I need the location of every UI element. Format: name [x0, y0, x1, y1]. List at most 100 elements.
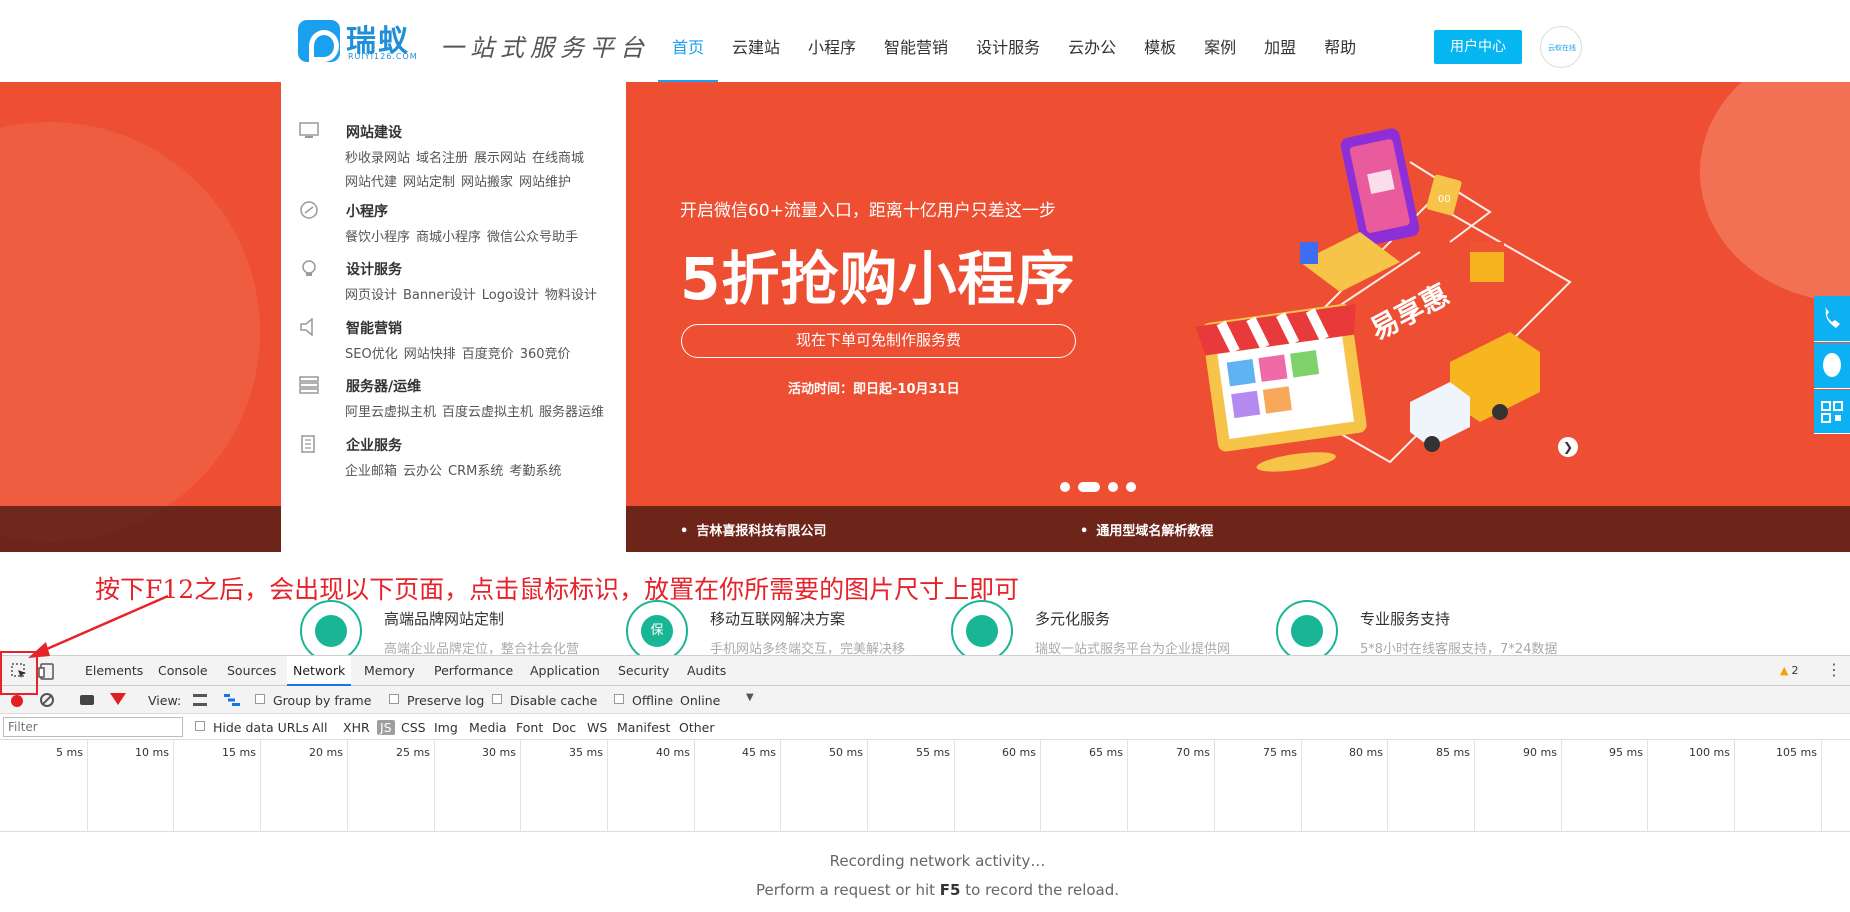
resource-type-filter[interactable]: Manifest [617, 720, 670, 735]
nav-item[interactable]: 加盟 [1250, 0, 1310, 82]
dropdown-arrow-icon[interactable]: ▼ [746, 692, 754, 703]
filter-input[interactable] [3, 717, 183, 737]
resource-type-filter[interactable]: Font [516, 720, 543, 735]
category-link[interactable]: 企业邮箱 [345, 464, 397, 479]
category-title[interactable]: 设计服务 [346, 259, 402, 279]
category-link[interactable]: 展示网站 [474, 151, 526, 166]
category-link[interactable]: 餐饮小程序 [345, 230, 410, 245]
devtools-tab[interactable]: Elements [79, 656, 149, 686]
nav-item[interactable]: 云建站 [718, 0, 794, 82]
service-item[interactable]: 高端品牌网站定制 高端企业品牌定位，整合社会化营 [300, 600, 600, 662]
nav-item[interactable]: 小程序 [794, 0, 870, 82]
device-toolbar-icon[interactable] [36, 660, 58, 682]
warning-count[interactable]: 2 [1780, 664, 1798, 677]
category-link[interactable]: 商城小程序 [416, 230, 481, 245]
resource-type-filter[interactable]: Media [469, 720, 507, 735]
service-item[interactable]: 专业服务支持 5*8小时在线客服支持，7*24数据 [1276, 600, 1576, 662]
list-view-icon[interactable] [193, 694, 207, 706]
category-link[interactable]: 在线商城 [532, 151, 584, 166]
category-link[interactable]: 网站维护 [519, 175, 571, 190]
nav-item[interactable]: 云办公 [1054, 0, 1130, 82]
waterfall-view-icon[interactable] [224, 694, 240, 706]
resource-type-filter[interactable]: Other [679, 720, 715, 735]
throttling-select[interactable]: Online [680, 693, 720, 708]
record-icon[interactable] [11, 695, 23, 707]
category-title[interactable]: 企业服务 [346, 435, 402, 455]
clear-icon[interactable] [40, 693, 54, 707]
service-item[interactable]: 保移动互联网解决方案 手机网站多终端交互，完美解决移 [626, 600, 926, 662]
category-link[interactable]: 网站代建 [345, 175, 397, 190]
hero-banner[interactable]: 开启微信60+流量入口，距离十亿用户只差这一步 5折抢购小程序 现在下单可免制作… [0, 82, 1850, 552]
user-center-button[interactable]: 用户中心 [1434, 30, 1522, 64]
news-item[interactable]: 吉林喜报科技有限公司 [680, 520, 826, 539]
category-link[interactable]: 网站定制 [403, 175, 455, 190]
category-link[interactable]: 网站快排 [404, 347, 456, 362]
category-link[interactable]: 网页设计 [345, 288, 397, 303]
category-link[interactable]: 云办公 [403, 464, 442, 479]
devtools-tab[interactable]: Audits [681, 656, 732, 686]
slide-dot[interactable] [1108, 482, 1118, 492]
category-link[interactable]: 服务器运维 [539, 405, 604, 420]
nav-item[interactable]: 模板 [1130, 0, 1190, 82]
preserve-log-checkbox[interactable] [389, 694, 399, 704]
resource-type-filter[interactable]: Img [434, 720, 458, 735]
nav-item[interactable]: 帮助 [1310, 0, 1370, 82]
category-link[interactable]: 百度云虚拟主机 [442, 405, 533, 420]
service-item[interactable]: 多元化服务 瑞蚁一站式服务平台为企业提供网 [951, 600, 1251, 662]
category-link[interactable]: Banner设计 [403, 288, 476, 303]
offline-checkbox[interactable] [614, 694, 624, 704]
slide-dot[interactable] [1126, 482, 1136, 492]
category-title[interactable]: 网站建设 [346, 122, 402, 142]
devtools-tab[interactable]: Network [287, 656, 352, 686]
timeline-gridline [867, 740, 868, 832]
logo-icon[interactable] [298, 20, 340, 62]
devtools-tab[interactable]: Console [152, 656, 214, 686]
category-link[interactable]: 360竞价 [520, 347, 571, 362]
slide-dot[interactable] [1060, 482, 1070, 492]
devtools-tab[interactable]: Application [524, 656, 606, 686]
devtools-tab[interactable]: Security [612, 656, 675, 686]
more-options-icon[interactable]: ⋮ [1826, 660, 1842, 679]
category-link[interactable]: 考勤系统 [509, 464, 561, 479]
qrcode-icon[interactable] [1814, 390, 1850, 434]
nav-item[interactable]: 设计服务 [962, 0, 1054, 82]
resource-type-filter[interactable]: XHR [343, 720, 370, 735]
capture-screenshots-icon[interactable] [80, 695, 94, 705]
devtools-tab[interactable]: Sources [221, 656, 282, 686]
category-link[interactable]: 百度竞价 [462, 347, 514, 362]
category-title[interactable]: 小程序 [346, 201, 388, 221]
category-link[interactable]: 域名注册 [416, 151, 468, 166]
category-link[interactable]: Logo设计 [482, 288, 539, 303]
banner-cta-button[interactable]: 现在下单可免制作服务费 [681, 324, 1076, 358]
chevron-right-icon[interactable]: ❯ [1558, 437, 1578, 457]
slide-dot[interactable] [1078, 482, 1100, 492]
filter-icon[interactable] [110, 693, 126, 705]
devtools-tab[interactable]: Performance [428, 656, 519, 686]
qq-icon[interactable] [1814, 343, 1850, 389]
disable-cache-checkbox[interactable] [492, 694, 502, 704]
nav-item[interactable]: 首页 [658, 0, 719, 82]
hide-data-urls-checkbox[interactable] [195, 721, 205, 731]
resource-type-filter[interactable]: Doc [552, 720, 576, 735]
category-link[interactable]: 秒收录网站 [345, 151, 410, 166]
phone-icon[interactable] [1814, 296, 1850, 342]
resource-type-filter[interactable]: CSS [401, 720, 426, 735]
category-link[interactable]: 微信公众号助手 [487, 230, 578, 245]
category-link[interactable]: CRM系统 [448, 464, 503, 479]
devtools-tab[interactable]: Memory [358, 656, 421, 686]
resource-type-filter[interactable]: All [312, 720, 328, 735]
nav-item[interactable]: 智能营销 [870, 0, 962, 82]
group-by-frame-checkbox[interactable] [255, 694, 265, 704]
category-title[interactable]: 智能营销 [346, 318, 402, 338]
nav-item[interactable]: 案例 [1190, 0, 1250, 82]
news-item[interactable]: 通用型域名解析教程 [1080, 520, 1213, 539]
category-link[interactable]: 阿里云虚拟主机 [345, 405, 436, 420]
category-link[interactable]: 网站搬家 [461, 175, 513, 190]
resource-type-filter[interactable]: JS [377, 720, 395, 735]
category-link[interactable]: SEO优化 [345, 347, 398, 362]
resource-type-filter[interactable]: WS [587, 720, 607, 735]
category-link[interactable]: 物料设计 [545, 288, 597, 303]
avatar[interactable]: 云蚁在线 [1540, 26, 1582, 68]
network-timeline[interactable]: 5 ms 10 ms 15 ms 20 ms 25 ms 30 ms 35 ms 40 ms 4… [0, 740, 1850, 832]
category-title[interactable]: 服务器/运维 [346, 376, 421, 396]
